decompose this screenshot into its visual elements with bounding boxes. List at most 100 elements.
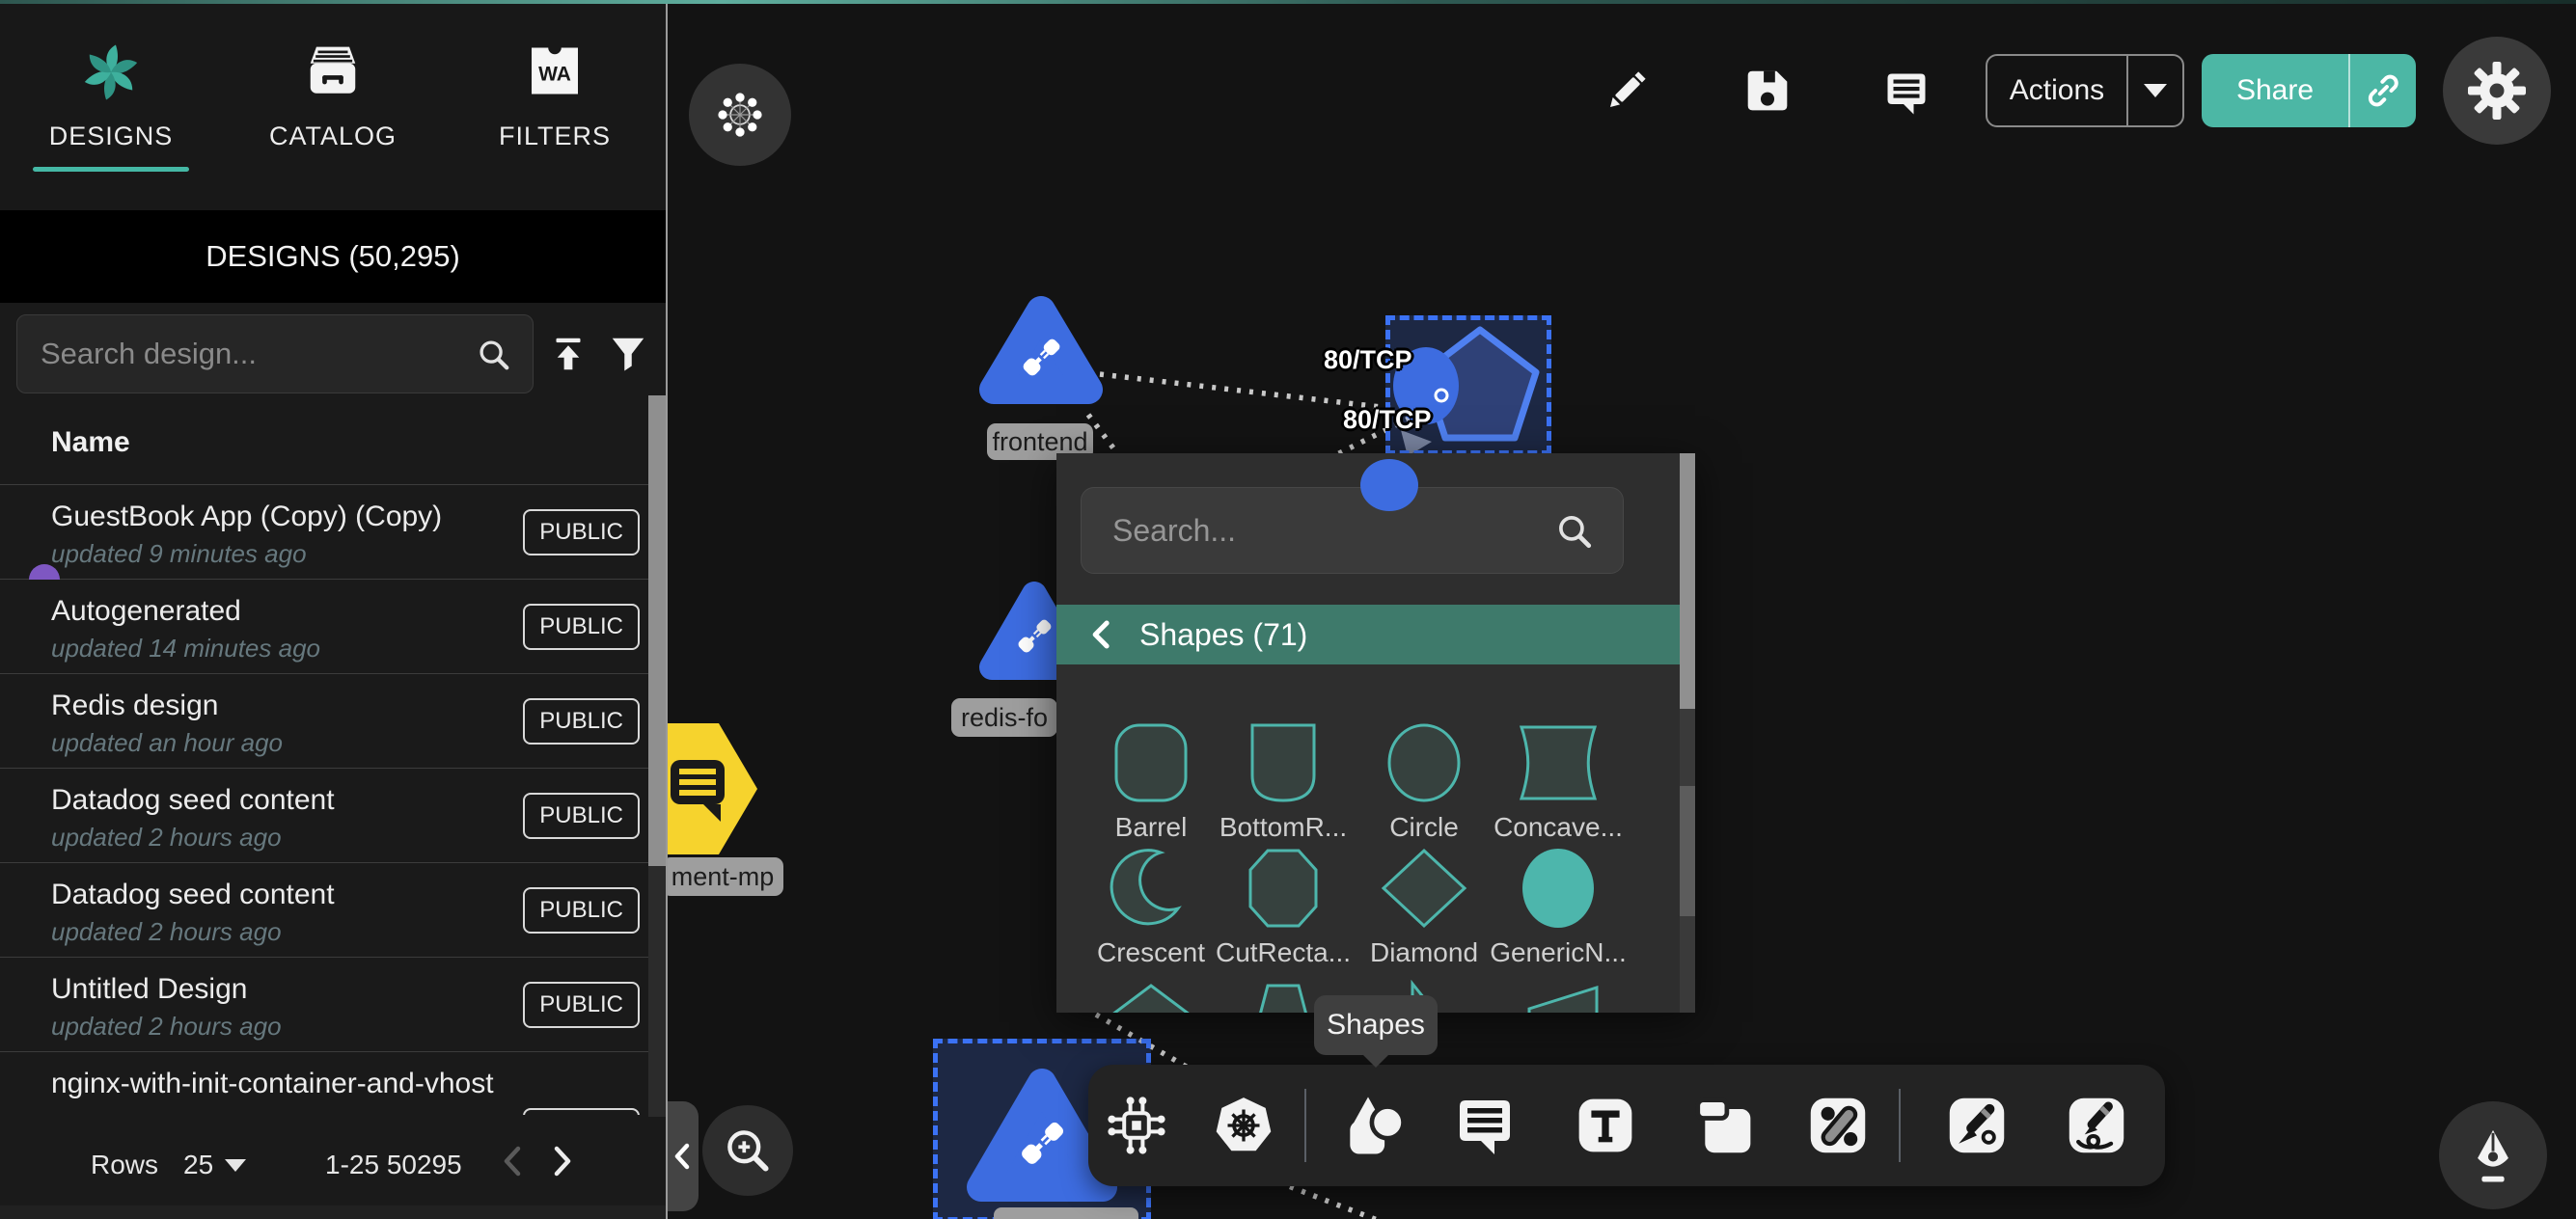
shape-item-crescent[interactable]: Crescent [1080, 847, 1222, 968]
sidebar-tabs: DESIGNS CATALOG [0, 4, 666, 210]
rows-label: Rows [91, 1150, 158, 1180]
design-row[interactable]: Redis design updated an hour ago PUBLIC [0, 674, 666, 769]
shapes-tooltip: Shapes [1314, 995, 1438, 1055]
note-tool-icon[interactable] [1691, 1092, 1759, 1159]
rows-per-page-select[interactable]: 25 [183, 1150, 246, 1180]
sidebar-collapse-handle[interactable] [666, 1101, 699, 1211]
node-label-bottom-partial [994, 1207, 1138, 1219]
column-header-name: Name [51, 426, 130, 459]
node-annotation-comment[interactable] [659, 721, 765, 858]
design-row[interactable]: Datadog seed content updated 2 hours ago… [0, 769, 666, 863]
design-row[interactable]: Datadog seed content updated 2 hours ago… [0, 863, 666, 958]
components-chip-icon[interactable] [1103, 1092, 1170, 1159]
shape-item-cutrectangle[interactable]: CutRecta... [1212, 847, 1355, 968]
diamond-shape-icon [1380, 847, 1468, 930]
share-label: Share [2202, 54, 2348, 127]
shape-item-concave[interactable]: Concave... [1487, 721, 1630, 843]
shape-item-partial-1[interactable] [1080, 980, 1222, 1013]
upload-icon [549, 335, 588, 373]
edit-pencil-button[interactable] [1602, 66, 1652, 116]
node-frontend[interactable] [976, 289, 1107, 410]
designs-count-header: DESIGNS (50,295) [0, 210, 666, 303]
visibility-badge: PUBLIC [523, 793, 640, 839]
port-badge-lower[interactable] [1358, 457, 1420, 513]
shapes-tool-icon[interactable] [1341, 1092, 1409, 1159]
save-button[interactable] [1742, 66, 1793, 116]
shape-item-genericnode[interactable]: GenericN... [1487, 847, 1630, 968]
filter-designs-button[interactable] [602, 328, 654, 380]
comments-button[interactable] [1881, 68, 1932, 118]
comment-tool-icon[interactable] [1451, 1092, 1519, 1159]
visibility-badge: PUBLIC [523, 982, 640, 1028]
gear-icon [2468, 62, 2526, 120]
cluster-visibility-button[interactable] [689, 64, 791, 166]
chevron-left-icon [671, 1142, 694, 1171]
search-icon [1553, 510, 1594, 551]
kubernetes-icon[interactable] [1210, 1092, 1277, 1159]
save-floppy-icon [1743, 67, 1792, 115]
pen-nib-icon [2465, 1127, 2521, 1183]
chevron-down-icon [225, 1159, 246, 1172]
previous-page-button[interactable] [490, 1136, 534, 1186]
settings-button[interactable] [2443, 37, 2551, 145]
freehand-draw-icon[interactable] [2063, 1092, 2130, 1159]
tab-catalog-label: CATALOG [269, 122, 397, 151]
shape-item-bottomround[interactable]: BottomR... [1212, 721, 1355, 843]
design-search-box[interactable] [16, 314, 534, 393]
cutrectangle-shape-icon [1239, 847, 1328, 930]
bottomround-shape-icon [1239, 721, 1328, 804]
design-row[interactable]: nginx-with-init-container-and-vhost PUBL… [0, 1052, 666, 1115]
zoom-in-button[interactable] [702, 1105, 793, 1196]
tab-filters[interactable]: WA FILTERS [444, 4, 666, 210]
visibility-badge: PUBLIC [523, 698, 640, 745]
shape-item-circle[interactable]: Circle [1353, 721, 1495, 843]
next-page-button[interactable] [540, 1136, 585, 1186]
shapes-group-label: Shapes (71) [1139, 617, 1307, 653]
share-button[interactable]: Share [2202, 54, 2416, 127]
pagination: Rows 25 1-25 50295 [0, 1123, 666, 1205]
tab-designs-label: DESIGNS [49, 122, 174, 151]
shapes-search-box[interactable] [1081, 487, 1624, 574]
shapes-panel: Shapes (71) Barrel BottomR... Circle C [1056, 453, 1695, 1013]
tab-catalog[interactable]: CATALOG [222, 4, 444, 210]
top-accent-line [0, 0, 2576, 4]
shape-item-barrel[interactable]: Barrel [1080, 721, 1222, 843]
pencil-icon [1603, 68, 1650, 114]
active-tab-underline [33, 167, 189, 172]
designs-sidebar: DESIGNS CATALOG [0, 0, 668, 1219]
pagination-range: 1-25 50295 [325, 1150, 462, 1180]
chevron-left-icon [1085, 618, 1118, 651]
shapes-group-header[interactable]: Shapes (71) [1056, 605, 1682, 664]
link-tool-icon[interactable] [1804, 1092, 1872, 1159]
shape-item-diamond[interactable]: Diamond [1353, 847, 1495, 968]
copy-link-button[interactable] [2350, 54, 2416, 127]
toolbar-divider [1304, 1089, 1306, 1162]
design-list-scrollbar[interactable] [648, 395, 666, 1117]
design-row[interactable]: Untitled Design updated 2 hours ago PUBL… [0, 958, 666, 1052]
tab-designs[interactable]: DESIGNS [0, 4, 222, 210]
actions-label: Actions [1987, 56, 2126, 125]
actions-dropdown-toggle[interactable] [2128, 56, 2182, 125]
shapes-panel-scrollbar[interactable] [1680, 453, 1695, 1013]
visibility-badge: PUBLIC [523, 1108, 640, 1115]
pen-tool-icon[interactable] [1943, 1092, 2011, 1159]
design-search-input[interactable] [39, 336, 475, 372]
design-row[interactable]: Autogenerated updated 14 minutes ago PUB… [0, 580, 666, 674]
shapes-search-input[interactable] [1110, 512, 1553, 550]
visibility-badge: PUBLIC [523, 509, 640, 555]
visibility-badge: PUBLIC [523, 887, 640, 934]
circle-shape-icon [1380, 721, 1468, 804]
edge-label-80tcp-1: 80/TCP [1324, 345, 1412, 375]
design-row[interactable]: GuestBook App (Copy) (Copy) updated 9 mi… [0, 485, 666, 580]
zoom-in-icon [723, 1125, 773, 1176]
shape-item-partial-4[interactable] [1487, 980, 1630, 1013]
import-design-button[interactable] [542, 328, 594, 380]
pen-nib-button[interactable] [2439, 1101, 2547, 1209]
svg-text:WA: WA [538, 63, 571, 85]
text-tool-icon[interactable] [1572, 1092, 1639, 1159]
chevron-left-icon [500, 1145, 525, 1178]
genericnode-shape-icon [1514, 847, 1603, 930]
search-icon [475, 336, 511, 372]
actions-button[interactable]: Actions [1986, 54, 2184, 127]
node-label-redis: redis-fo [951, 698, 1057, 737]
